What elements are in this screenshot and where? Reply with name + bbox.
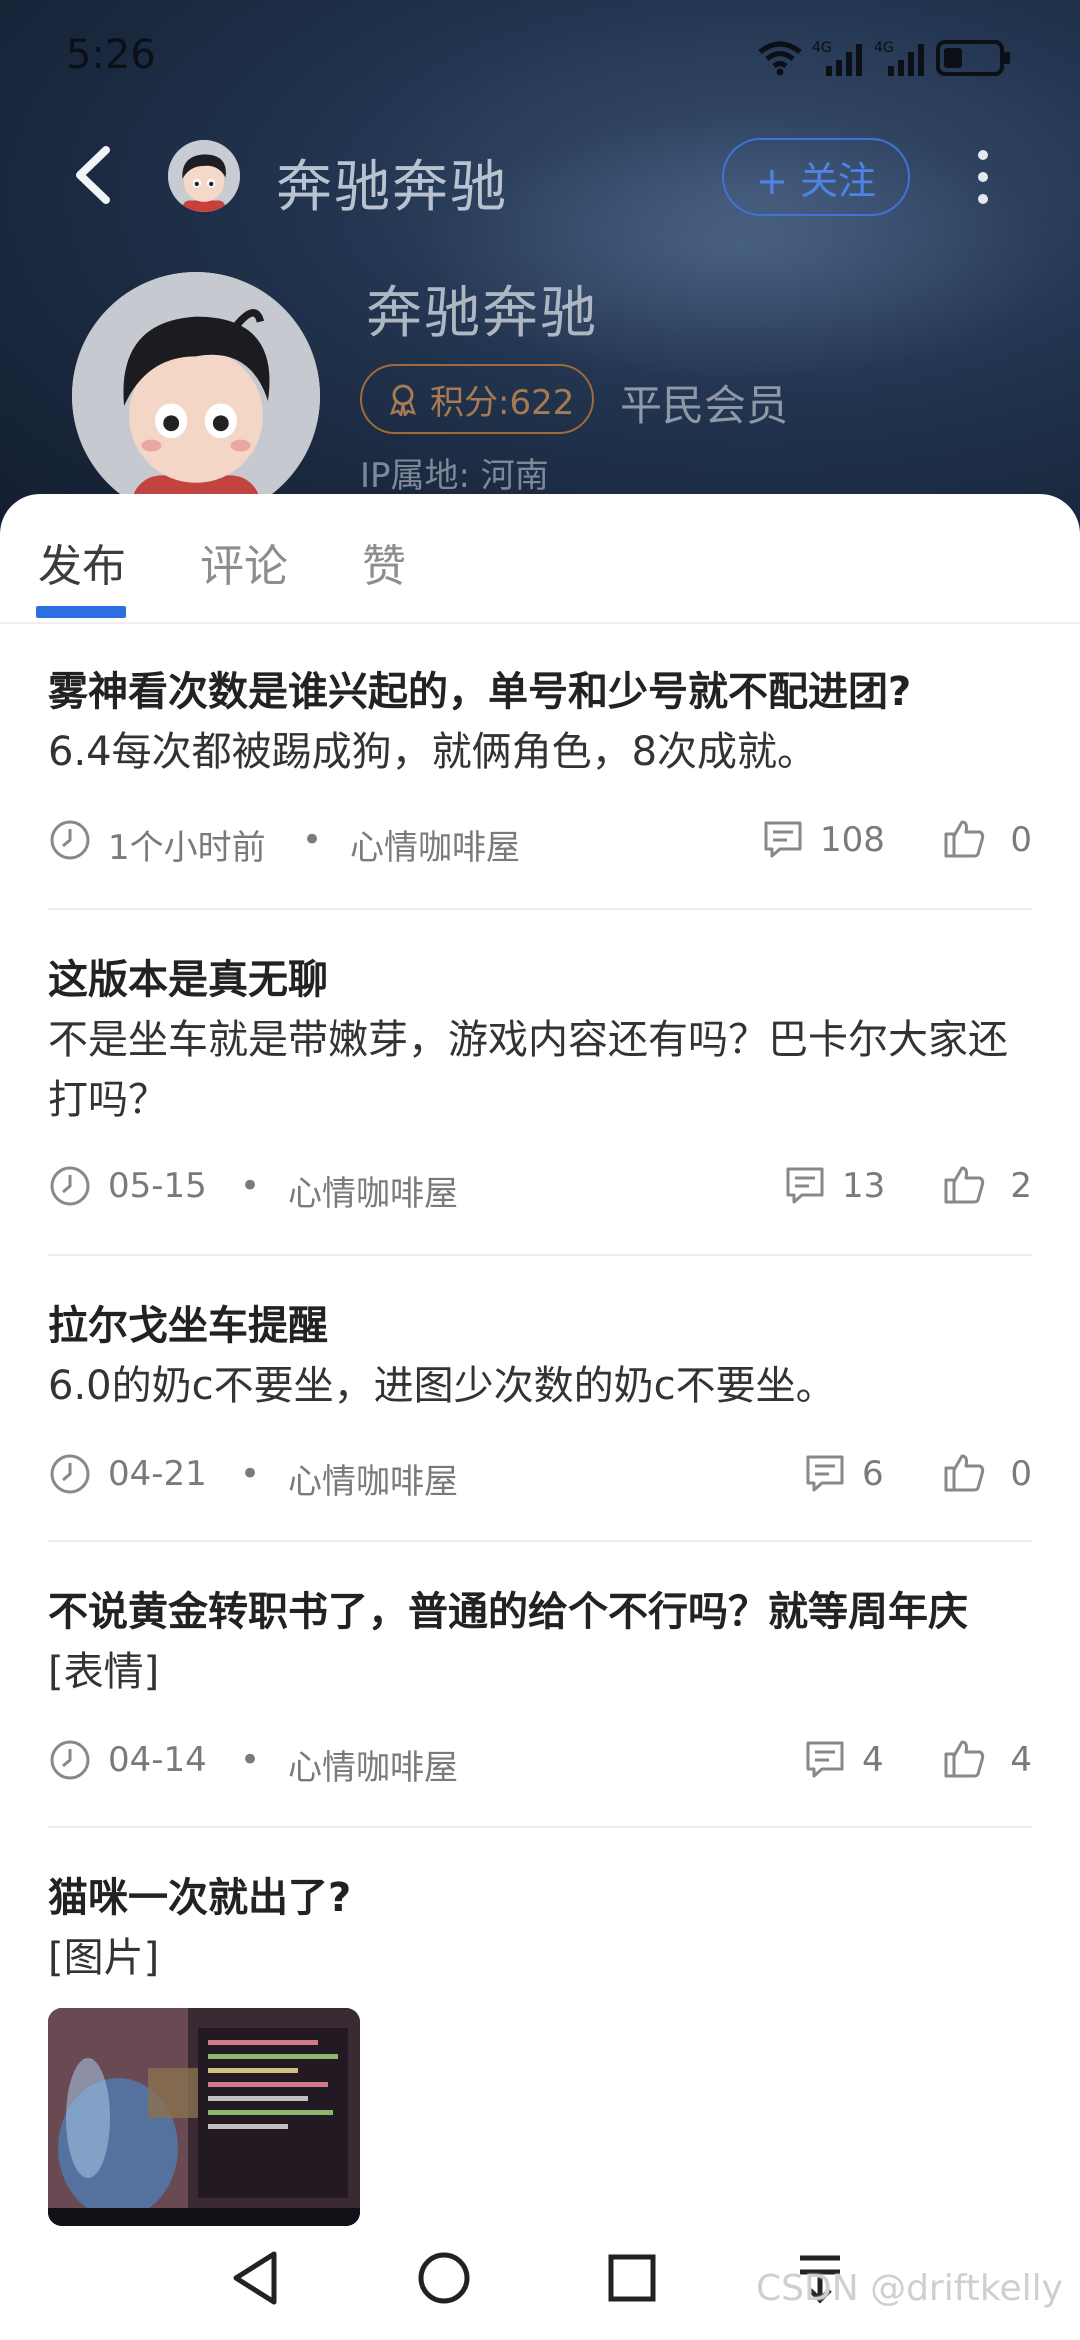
profile-name: 奔驰奔驰 (366, 281, 598, 346)
header-avatar[interactable] (168, 140, 240, 212)
profile-avatar[interactable] (72, 272, 320, 520)
battery-icon (936, 40, 1010, 76)
header-title: 奔驰奔驰 (276, 155, 508, 220)
meta-separator: • (240, 1166, 261, 1206)
post-body: 不是坐车就是带嫩芽，游戏内容还有吗？巴卡尔大家还打吗？ (48, 1017, 1008, 1123)
nav-recents-icon[interactable] (608, 2254, 656, 2302)
cartoon-avatar-icon (168, 140, 240, 212)
cartoon-avatar-icon (72, 272, 320, 520)
post-item[interactable]: 不说黄金转职书了，普通的给个不行吗？就等周年庆 [表情] 04-14 • 心情咖… (48, 1582, 1032, 1788)
post-forum[interactable]: 心情咖啡屋 (288, 1166, 458, 1215)
signal-4g-icon: 4G (812, 40, 862, 76)
divider (48, 908, 1032, 910)
meta-separator: • (302, 820, 323, 860)
thumbs-up-icon[interactable] (942, 1450, 986, 1494)
post-item[interactable]: 雾神看次数是谁兴起的，单号和少号就不配进团? 6.4每次都被踢成狗，就俩角色，8… (48, 662, 1032, 868)
post-meta: 1个小时前 • 心情咖啡屋 108 0 (48, 810, 1032, 870)
post-time: 04-21 (108, 1454, 207, 1494)
post-time: 04-14 (108, 1740, 207, 1780)
clock-icon (50, 1166, 90, 1206)
post-body: [图片] (48, 1935, 160, 1981)
back-arrow-icon[interactable] (64, 140, 124, 210)
divider (48, 1826, 1032, 1828)
tab-bar: 发布 评论 赞 (0, 494, 1080, 624)
status-time: 5:26 (66, 32, 156, 78)
divider (48, 1540, 1032, 1542)
comment-count: 6 (862, 1454, 884, 1494)
tab-indicator (36, 606, 126, 618)
watermark: CSDN @driftkelly (756, 2268, 1063, 2309)
points-badge[interactable]: 积分:622 (360, 364, 594, 434)
meta-separator: • (240, 1454, 261, 1494)
post-time: 05-15 (108, 1166, 207, 1206)
tab-likes[interactable]: 赞 (362, 530, 406, 594)
svg-text:4G: 4G (874, 40, 894, 56)
more-dot (978, 172, 988, 182)
comment-icon[interactable] (762, 818, 804, 860)
system-nav-bar: CSDN @driftkelly (0, 2214, 1080, 2340)
post-item[interactable]: 这版本是真无聊 不是坐车就是带嫩芽，游戏内容还有吗？巴卡尔大家还打吗？ 05-1… (48, 950, 1032, 1214)
post-forum[interactable]: 心情咖啡屋 (288, 1740, 458, 1789)
thumbs-up-icon[interactable] (942, 1736, 986, 1780)
ip-location: IP属地: 河南 (360, 456, 549, 496)
follow-button-label: + 关注 (756, 158, 876, 203)
points-label: 积分:622 (430, 382, 575, 423)
post-time: 1个小时前 (108, 828, 266, 868)
post-title: 猫咪一次就出了? (48, 1875, 352, 1921)
post-body: 6.4每次都被踢成狗，就俩角色，8次成就。 (48, 729, 818, 775)
comment-count: 4 (862, 1740, 884, 1780)
status-bar: 5:26 4G 4G (0, 0, 1080, 120)
meta-separator: • (240, 1740, 261, 1780)
comment-count: 108 (820, 820, 885, 860)
game-screenshot-image (48, 2008, 360, 2226)
thumbs-up-icon[interactable] (942, 816, 986, 860)
comment-count: 13 (842, 1166, 886, 1206)
tab-comments[interactable]: 评论 (200, 530, 288, 594)
profile-header: 5:26 4G 4G 奔驰奔驰 + 关注 奔驰奔驰 积分:622 平民会员 IP… (0, 0, 1080, 560)
like-count: 4 (1010, 1740, 1032, 1780)
post-title: 拉尔戈坐车提醒 (48, 1303, 328, 1349)
signal-4g-icon-2: 4G (874, 40, 924, 76)
post-meta: 04-21 • 心情咖啡屋 6 0 (48, 1444, 1032, 1504)
tab-posts[interactable]: 发布 (38, 530, 126, 594)
svg-text:4G: 4G (812, 40, 832, 56)
divider (48, 1254, 1032, 1256)
comment-icon[interactable] (804, 1738, 846, 1780)
post-title: 这版本是真无聊 (48, 957, 328, 1003)
more-dot (978, 150, 988, 160)
post-forum[interactable]: 心情咖啡屋 (350, 820, 520, 869)
more-options-icon[interactable] (968, 142, 998, 212)
like-count: 0 (1010, 1454, 1032, 1494)
thumbs-up-icon[interactable] (942, 1162, 986, 1206)
post-thumbnail-image[interactable] (48, 2008, 360, 2226)
post-body: [表情] (48, 1649, 160, 1695)
nav-back-icon[interactable] (230, 2250, 280, 2306)
comment-icon[interactable] (784, 1164, 826, 1206)
clock-icon (50, 820, 90, 860)
clock-icon (50, 1454, 90, 1494)
medal-icon (389, 384, 417, 416)
like-count: 2 (1010, 1166, 1032, 1206)
post-body: 6.0的奶c不要坐，进图少次数的奶c不要坐。 (48, 1363, 836, 1409)
post-item[interactable]: 拉尔戈坐车提醒 6.0的奶c不要坐，进图少次数的奶c不要坐。 04-21 • 心… (48, 1296, 1032, 1502)
post-title: 雾神看次数是谁兴起的，单号和少号就不配进团? (48, 669, 912, 715)
post-meta: 04-14 • 心情咖啡屋 4 4 (48, 1730, 1032, 1790)
post-forum[interactable]: 心情咖啡屋 (288, 1454, 458, 1503)
like-count: 0 (1010, 820, 1032, 860)
post-title: 不说黄金转职书了，普通的给个不行吗？就等周年庆 (48, 1589, 968, 1635)
post-meta: 05-15 • 心情咖啡屋 13 2 (48, 1156, 1032, 1216)
follow-button[interactable]: + 关注 (722, 138, 910, 216)
more-dot (978, 194, 988, 204)
clock-icon (50, 1740, 90, 1780)
nav-home-icon[interactable] (416, 2250, 472, 2306)
member-level: 平民会员 (620, 381, 789, 430)
wifi-icon (758, 41, 802, 76)
post-item[interactable]: 猫咪一次就出了? [图片] (48, 1868, 1032, 1988)
comment-icon[interactable] (804, 1452, 846, 1494)
